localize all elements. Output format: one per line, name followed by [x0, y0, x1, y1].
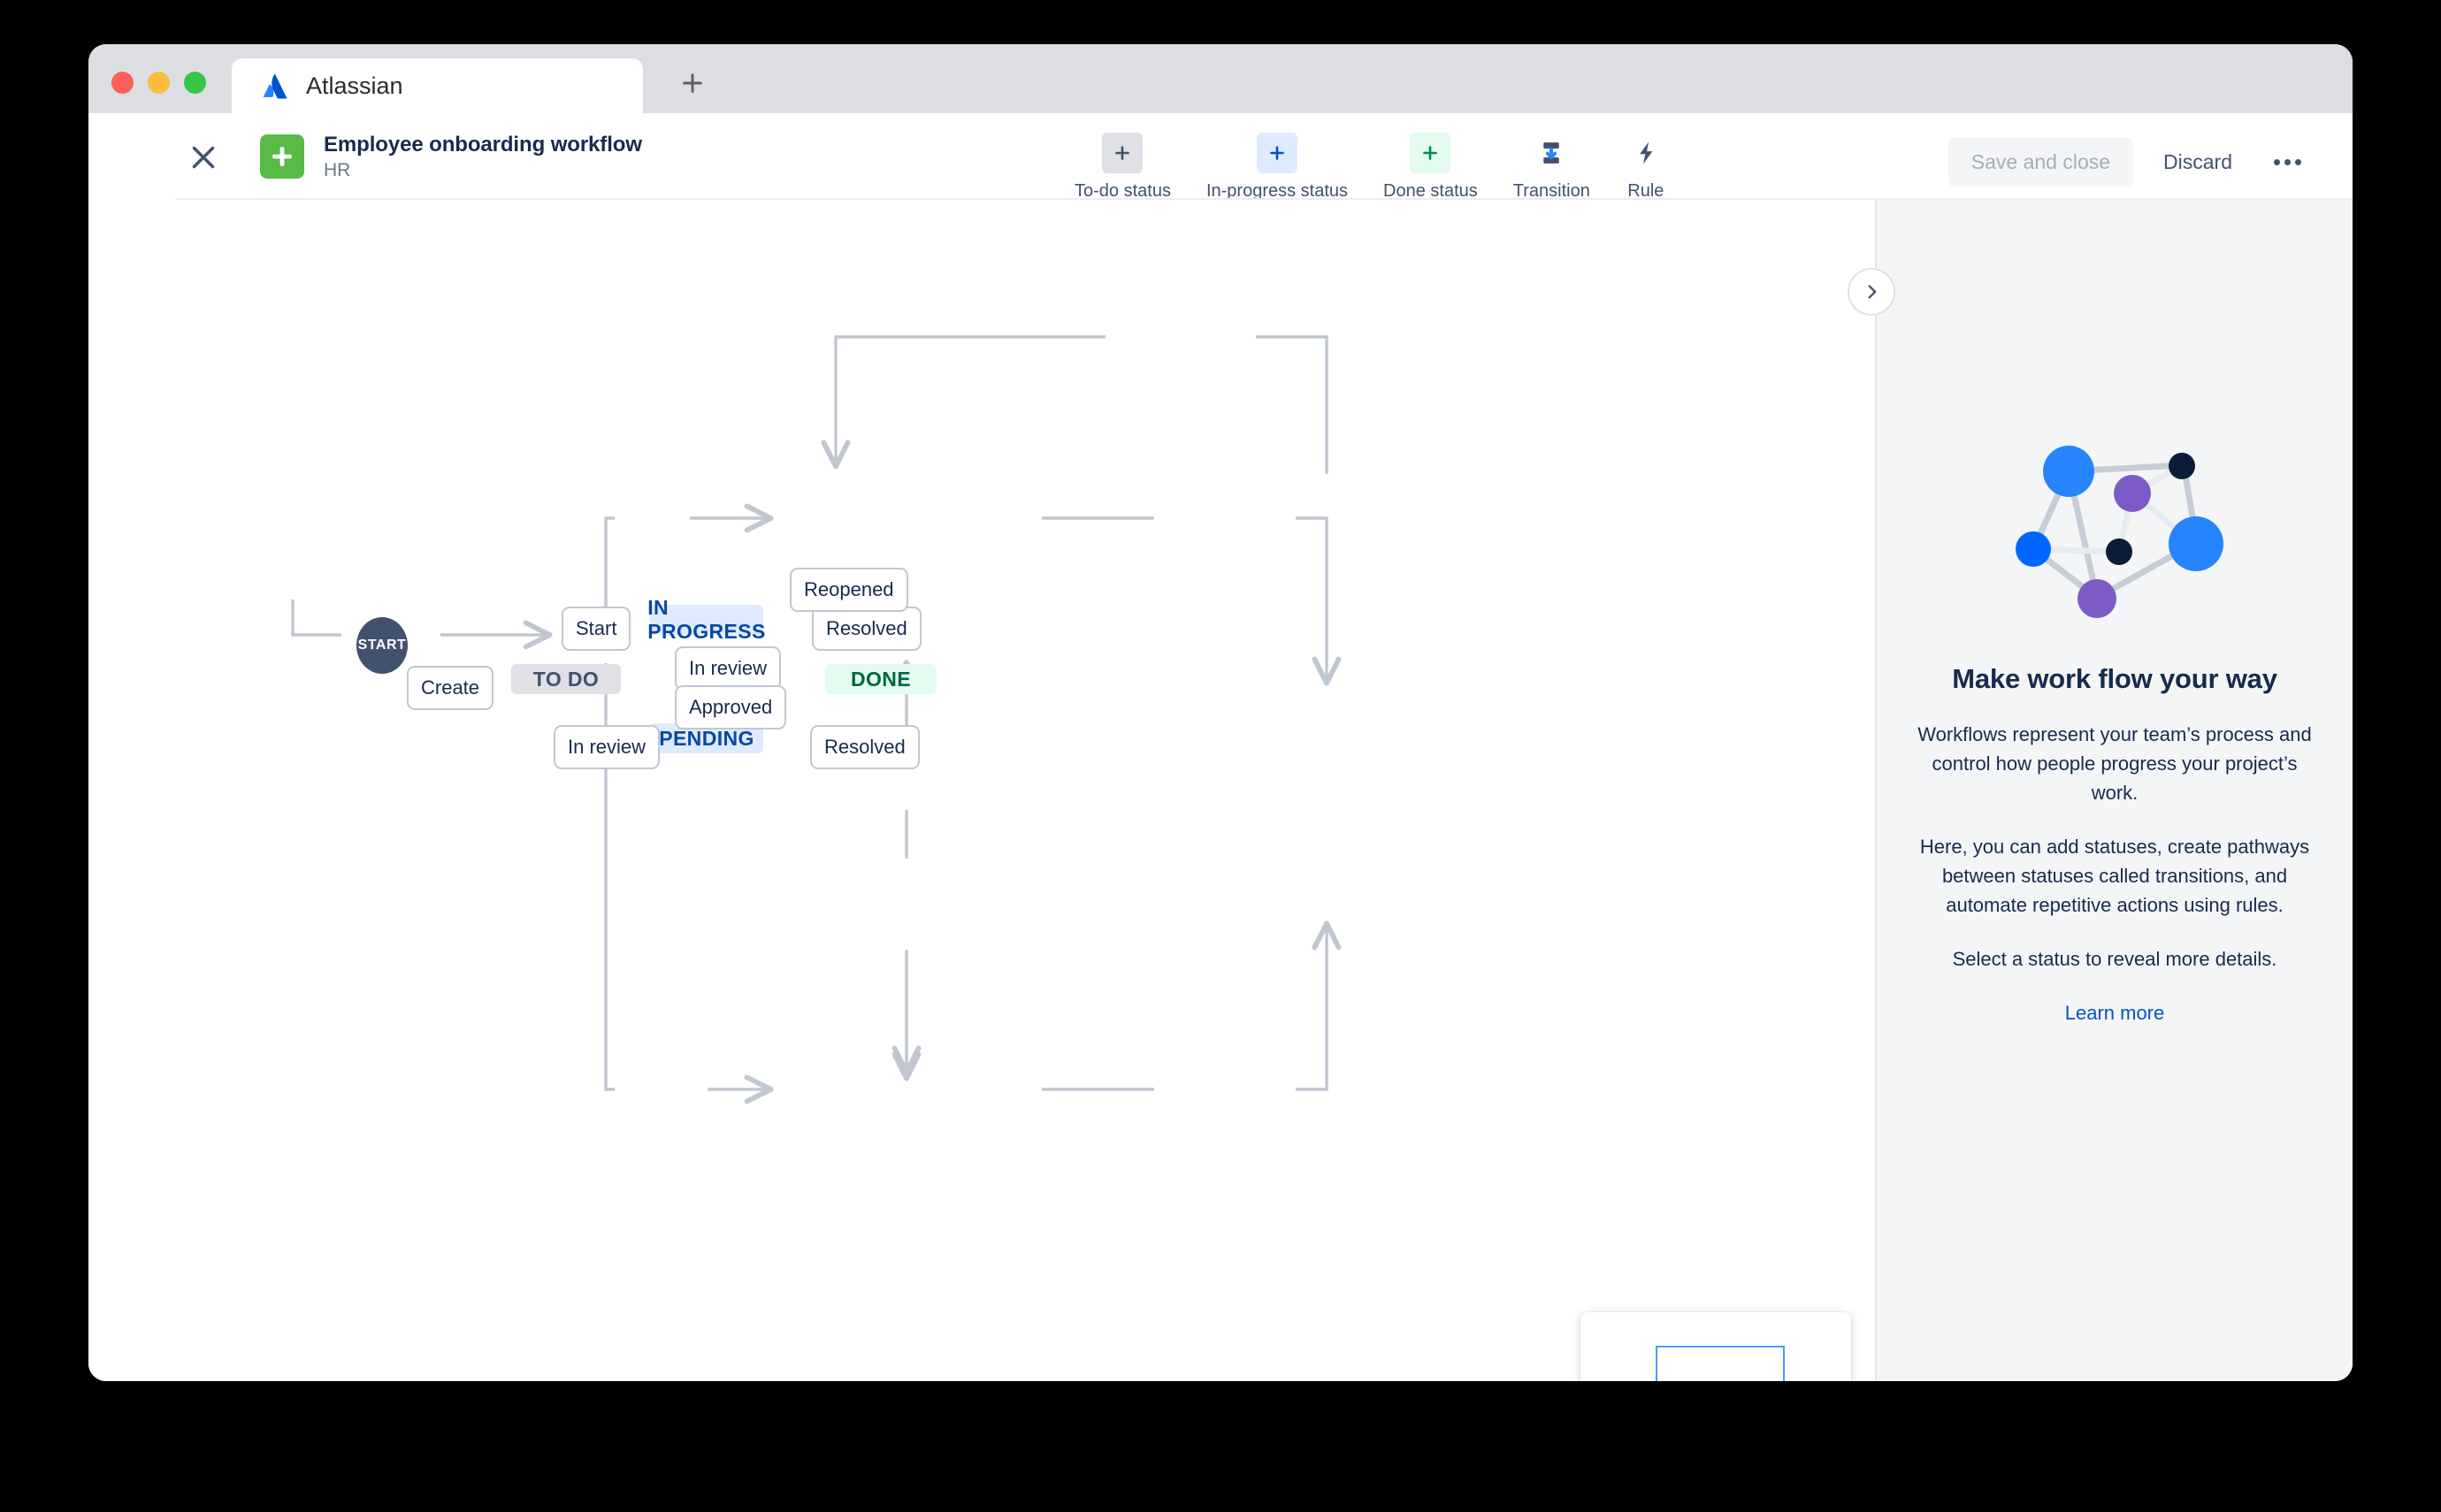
transition-resolved-inprogress-done[interactable]: Resolved [812, 607, 922, 651]
header-actions: Save and close Discard [1947, 138, 2312, 187]
transition-label: Reopened [804, 578, 894, 600]
browser-tab-title: Atlassian [306, 72, 403, 99]
add-inprogress-status-button[interactable]: In-progress status [1189, 126, 1366, 209]
status-label: TO DO [532, 667, 600, 691]
close-window-button[interactable] [111, 72, 134, 94]
info-panel: Make work flow your way Workflows repres… [1848, 200, 2353, 1381]
transition-label: In review [689, 657, 768, 679]
maximize-window-button[interactable] [184, 72, 206, 94]
workflow-identity: Employee onboarding workflow HR [260, 133, 642, 181]
graph-node [2078, 579, 2116, 618]
graph-node [2169, 453, 2195, 479]
plus-icon [1410, 133, 1451, 173]
add-rule-button[interactable]: Rule [1608, 126, 1684, 209]
atlassian-logo [262, 73, 288, 99]
network-graph-illustration [2016, 446, 2223, 618]
plus-icon [1256, 133, 1297, 173]
panel-paragraph-1: Workflows represent your team’s process … [1917, 723, 2312, 804]
workflow-diagram: START TO DO IN PROGRESS PENDING DONE Cre… [88, 200, 1875, 1381]
browser-window: Atlassian Employee onboarding workflow H… [88, 44, 2353, 1381]
window-traffic-lights [111, 72, 206, 113]
panel-paragraph-3: Select a status to reveal more details. [1952, 948, 2277, 970]
plus-icon [272, 146, 293, 167]
graph-node [2169, 516, 2223, 571]
workflow-toolbar: To-do status In-progress status Done sta… [1057, 126, 1684, 209]
status-label: PENDING [659, 726, 754, 750]
status-node-in-progress[interactable]: IN PROGRESS [647, 596, 765, 643]
learn-more-link[interactable]: Learn more [2065, 1002, 2165, 1025]
graph-node [2114, 475, 2151, 512]
add-done-status-button[interactable]: Done status [1366, 126, 1496, 209]
panel-collapse-button[interactable] [1848, 268, 1895, 316]
add-transition-button[interactable]: Transition [1496, 126, 1608, 209]
panel-paragraph-2: Here, you can add statuses, create pathw… [1919, 836, 2310, 916]
graph-node [2043, 446, 2094, 497]
minimize-window-button[interactable] [148, 72, 170, 94]
discard-button[interactable]: Discard [2142, 138, 2254, 187]
app-header: Employee onboarding workflow HR To-do st… [88, 113, 2353, 201]
transition-in-review-pending-inprogress[interactable]: In review [675, 646, 782, 691]
page-title: Employee onboarding workflow [324, 132, 642, 157]
save-and-close-button[interactable]: Save and close [1947, 138, 2134, 187]
panel-title: Make work flow your way [1952, 663, 2277, 694]
transition-label: In review [568, 736, 647, 758]
status-label: DONE [850, 667, 912, 691]
transition-label: Resolved [824, 736, 906, 758]
workflow-edges [291, 335, 1342, 1104]
more-dot [2284, 159, 2291, 165]
plus-icon [1102, 133, 1144, 173]
browser-tab-strip: Atlassian [88, 44, 2353, 113]
transition-label: Create [421, 676, 480, 699]
transition-resolved-pending-done[interactable]: Resolved [810, 725, 920, 769]
transition-in-review-todo-pending[interactable]: In review [554, 725, 661, 769]
chevron-right-icon [1868, 285, 1877, 299]
more-actions-button[interactable] [2262, 140, 2312, 186]
workflow-canvas[interactable]: START TO DO IN PROGRESS PENDING DONE Cre… [88, 200, 1875, 1381]
graph-node [2106, 538, 2132, 565]
more-dot [2273, 159, 2280, 165]
app-body: START TO DO IN PROGRESS PENDING DONE Cre… [88, 200, 2353, 1381]
transition-start[interactable]: Start [562, 607, 631, 651]
workflow-start-node[interactable]: START [356, 617, 408, 674]
status-node-done[interactable]: DONE [825, 664, 937, 694]
project-avatar [260, 134, 304, 179]
minimap-viewport-rect[interactable] [1656, 1346, 1785, 1381]
transition-label: Resolved [826, 617, 907, 639]
start-node-label: START [357, 638, 407, 653]
browser-tab[interactable]: Atlassian [232, 58, 643, 113]
transition-label: Approved [689, 696, 773, 718]
graph-node [2016, 531, 2051, 567]
transition-create[interactable]: Create [407, 666, 494, 710]
plus-icon [683, 73, 702, 93]
transition-approved[interactable]: Approved [675, 685, 787, 729]
more-dot [2294, 159, 2301, 165]
close-icon [192, 146, 215, 169]
new-tab-button[interactable] [666, 60, 719, 113]
status-label: IN PROGRESS [647, 596, 766, 643]
transition-reopened[interactable]: Reopened [790, 568, 908, 612]
transition-label: Start [576, 617, 617, 639]
add-todo-status-button[interactable]: To-do status [1057, 126, 1189, 209]
minimap-preview[interactable] [1580, 1312, 1851, 1381]
transition-icon [1531, 133, 1572, 173]
close-editor-button[interactable] [182, 136, 225, 179]
project-label: HR [324, 159, 351, 180]
lightning-icon [1626, 133, 1666, 173]
status-node-todo[interactable]: TO DO [511, 664, 621, 694]
canvas-minimap[interactable] [1580, 1312, 1851, 1381]
